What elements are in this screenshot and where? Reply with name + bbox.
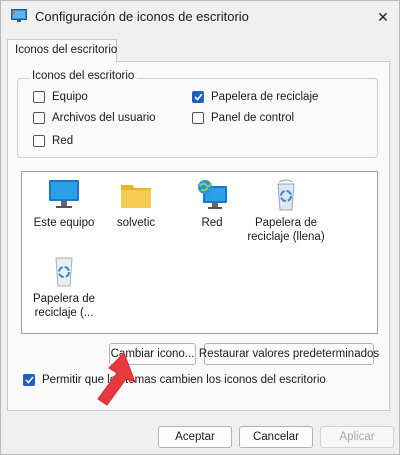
checkbox-allow-themes[interactable]: Permitir que los temas cambien los icono… xyxy=(23,374,326,386)
icon-label: Papelera de reciclaje (llena) xyxy=(247,217,325,243)
accept-button[interactable]: Aceptar xyxy=(158,426,232,448)
checkbox-box-checked[interactable] xyxy=(23,374,35,386)
checkbox-box-checked[interactable] xyxy=(192,91,204,103)
checkbox-panel-control[interactable]: Panel de control xyxy=(192,112,294,124)
checkbox-label: Papelera de reciclaje xyxy=(211,91,319,103)
network-icon xyxy=(198,180,227,209)
window-title: Configuración de iconos de escritorio xyxy=(35,9,249,24)
apply-button[interactable]: Aplicar xyxy=(320,426,394,448)
tab-desktop-icons[interactable]: Iconos del escritorio xyxy=(7,39,117,62)
icon-listview[interactable]: Este equipo solvetic Red Papelera de rec… xyxy=(21,171,378,334)
checkbox-label: Red xyxy=(52,135,74,147)
recycle-bin-empty-icon xyxy=(55,257,73,287)
button-label: Cancelar xyxy=(252,431,300,443)
icon-item-solvetic[interactable]: solvetic xyxy=(94,178,178,230)
tab-label: Iconos del escritorio xyxy=(15,44,118,56)
button-label: Aplicar xyxy=(339,431,375,443)
checkbox-equipo[interactable]: Equipo xyxy=(33,91,88,103)
folder-icon xyxy=(121,185,151,208)
checkmark-icon xyxy=(24,376,34,384)
icon-label: Red xyxy=(201,217,223,229)
close-button[interactable]: ✕ xyxy=(369,5,397,29)
button-label: Restaurar valores predeterminados xyxy=(198,348,380,360)
checkmark-icon xyxy=(193,93,203,101)
checkbox-box[interactable] xyxy=(192,112,204,124)
icon-label: solvetic xyxy=(116,217,156,229)
recycle-bin-full-icon xyxy=(277,179,295,211)
desktop-settings-icon xyxy=(11,9,27,22)
checkbox-box[interactable] xyxy=(33,112,45,124)
icon-item-papelera-llena[interactable]: Papelera de reciclaje (llena) xyxy=(244,178,328,244)
cancel-button[interactable]: Cancelar xyxy=(239,426,313,448)
restore-defaults-button[interactable]: Restaurar valores predeterminados xyxy=(199,343,379,365)
checkbox-label: Equipo xyxy=(52,91,88,103)
icon-item-papelera-vacia[interactable]: Papelera de reciclaje (... xyxy=(22,254,106,320)
checkbox-papelera[interactable]: Papelera de reciclaje xyxy=(192,91,318,103)
checkbox-label: Panel de control xyxy=(211,112,295,124)
monitor-icon xyxy=(49,180,79,208)
checkbox-red[interactable]: Red xyxy=(33,135,73,147)
icon-item-red[interactable]: Red xyxy=(170,178,254,230)
pointer-arrow-icon xyxy=(97,352,136,406)
icon-label: Este equipo xyxy=(33,217,95,229)
checkbox-archivos-usuario[interactable]: Archivos del usuario xyxy=(33,112,156,124)
checkbox-label: Archivos del usuario xyxy=(52,112,156,124)
checkbox-box[interactable] xyxy=(33,91,45,103)
dialog-window: Configuración de iconos de escritorio ✕ … xyxy=(0,0,400,455)
close-icon: ✕ xyxy=(377,8,389,25)
checkbox-box[interactable] xyxy=(33,135,45,147)
icon-label: Papelera de reciclaje (... xyxy=(32,293,96,319)
title-bar: Configuración de iconos de escritorio ✕ xyxy=(1,1,399,33)
groupbox-legend: Iconos del escritorio xyxy=(29,70,138,82)
button-label: Aceptar xyxy=(175,431,215,443)
